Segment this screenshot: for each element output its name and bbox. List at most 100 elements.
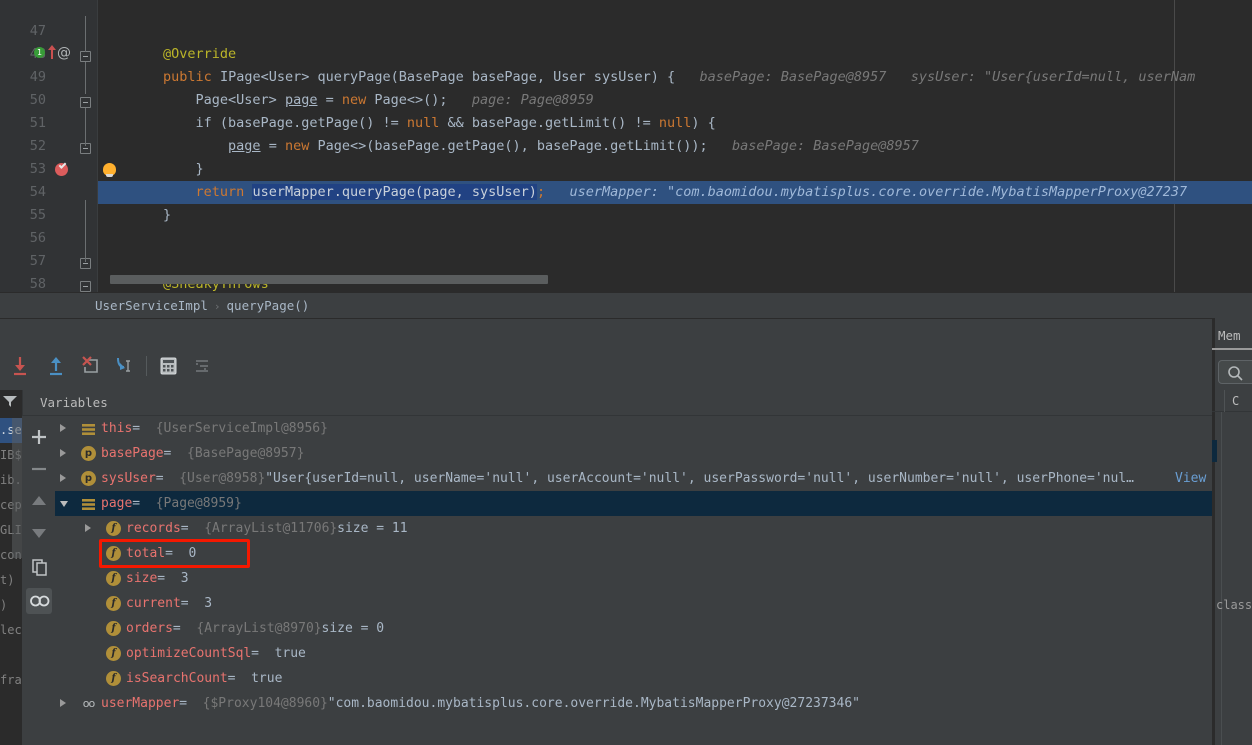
variable-row[interactable]: page = {Page@8959} <box>55 491 1212 516</box>
fold-line-53 <box>85 120 86 146</box>
field-icon: f <box>106 621 121 636</box>
variable-row[interactable]: p basePage = {BasePage@8957} <box>55 441 1212 466</box>
add-watch-button[interactable] <box>26 424 52 450</box>
variable-name: page <box>101 496 133 511</box>
view-value-link[interactable]: View <box>1175 466 1206 491</box>
memory-panel[interactable]: Mem C class <box>1212 318 1252 745</box>
filter-icon[interactable] <box>2 394 18 408</box>
move-up-button[interactable] <box>26 488 52 514</box>
fold-marker-line-51[interactable] <box>80 97 91 108</box>
memory-column-header[interactable]: C <box>1212 390 1252 412</box>
code-line[interactable]: 53 } <box>0 158 1252 181</box>
code-line[interactable]: 47 <box>0 20 1252 43</box>
force-step-into-icon[interactable] <box>76 352 104 380</box>
variable-row[interactable]: f records = {ArrayList@11706} size = 11 <box>55 516 1212 541</box>
param-icon: p <box>81 446 96 461</box>
variable-row[interactable]: f total = 0 <box>55 541 1212 566</box>
chevron-right-icon[interactable] <box>60 424 66 432</box>
line-number: 54 <box>29 184 46 200</box>
field-icon: f <box>106 546 121 561</box>
step-into-icon[interactable] <box>110 352 138 380</box>
inline-debug-hint: userMapper: "com.baomidou.mybatisplus.co… <box>545 184 1188 200</box>
code-line-text[interactable]: @Override <box>98 43 236 66</box>
variable-value: "com.baomidou.mybatisplus.core.override.… <box>327 696 860 711</box>
code-line[interactable]: 49 public IPage<User> queryPage(BasePage… <box>0 66 1252 89</box>
implementation-marker-icon[interactable]: 1 <box>34 47 45 58</box>
intention-bulb-icon[interactable] <box>103 163 116 177</box>
variable-row[interactable]: p sysUser = {User@8958} "User{userId=null,… <box>55 466 1212 491</box>
variable-row[interactable]: f isSearchCount = true <box>55 666 1212 691</box>
variable-reference: {ArrayList@8970} <box>196 621 322 636</box>
code-line-text[interactable]: return userMapper.queryPage(page, sysUse… <box>98 181 1187 204</box>
remove-watch-button[interactable] <box>26 456 52 482</box>
line-number: 56 <box>29 230 46 246</box>
code-line-text[interactable]: if (basePage.getPage() != null && basePa… <box>98 112 716 135</box>
variables-tab-label[interactable]: Variables <box>40 390 108 416</box>
oo-icon: oo <box>82 697 95 710</box>
variable-name: optimizeCountSql <box>126 646 252 661</box>
breadcrumb[interactable]: UserServiceImpl › queryPage() <box>95 293 309 319</box>
step-out-icon[interactable] <box>42 352 70 380</box>
code-token: Page<>(basePage.getPage(), basePage.getL… <box>317 138 708 154</box>
variable-row[interactable]: f current = 3 <box>55 591 1212 616</box>
variable-equals: = <box>132 496 141 511</box>
chevron-right-icon[interactable] <box>85 524 91 532</box>
selected-expression[interactable]: userMapper.queryPage(page, sysUser) <box>252 184 537 200</box>
code-line-text[interactable]: Page<User> page = new Page<>(); page: Pa… <box>98 89 594 112</box>
console-scrollbar[interactable] <box>12 418 22 558</box>
pane-splitter[interactable] <box>0 318 1252 319</box>
memory-search-input[interactable] <box>1218 360 1252 384</box>
variable-equals: = <box>180 596 189 611</box>
fold-marker-line-59[interactable] <box>80 281 91 292</box>
evaluate-expression-icon[interactable] <box>154 352 182 380</box>
memory-tab-label[interactable]: Mem <box>1218 328 1241 343</box>
at-override-icon[interactable]: @ <box>57 46 71 60</box>
breakpoint-icon[interactable] <box>55 161 68 176</box>
code-line-text[interactable]: public IPage<User> queryPage(BasePage ba… <box>98 66 1195 89</box>
code-line[interactable]: 48 @Override <box>0 43 1252 66</box>
chevron-right-icon[interactable] <box>60 699 66 707</box>
line-number: 47 <box>29 23 46 39</box>
chevron-right-icon[interactable] <box>60 449 66 457</box>
step-over-icon[interactable] <box>6 352 34 380</box>
variable-name: userMapper <box>101 696 180 711</box>
variable-name: size <box>126 571 158 586</box>
code-line[interactable]: 50 Page<User> page = new Page<>(); page:… <box>0 89 1252 112</box>
sort-values-icon[interactable] <box>188 352 216 380</box>
code-line[interactable]: 52 page = new Page<>(basePage.getPage(),… <box>0 135 1252 158</box>
code-line[interactable]: 57 <box>0 250 1252 273</box>
variable-row[interactable]: f size = 3 <box>55 566 1212 591</box>
breadcrumb-separator-icon: › <box>213 300 221 313</box>
console-panel-sliver[interactable]: .seIB$ib.,cepGLIcont))lecfra <box>0 390 22 745</box>
fold-marker-line-49[interactable] <box>80 51 91 62</box>
breadcrumb-class[interactable]: UserServiceImpl <box>95 298 208 313</box>
param-icon: p <box>81 471 96 486</box>
inspect-button[interactable] <box>26 588 52 614</box>
variable-equals: = <box>180 521 189 536</box>
breadcrumb-bar: UserServiceImpl › queryPage() <box>0 292 1252 318</box>
variable-value: 3 <box>180 571 189 586</box>
move-down-button[interactable] <box>26 520 52 546</box>
variable-row[interactable]: f optimizeCountSql = true <box>55 641 1212 666</box>
copy-value-button[interactable] <box>26 554 52 580</box>
code-line-text[interactable]: page = new Page<>(basePage.getPage(), ba… <box>98 135 919 158</box>
override-arrow-icon[interactable] <box>47 44 57 60</box>
code-line[interactable]: 55 } <box>0 204 1252 227</box>
variable-row[interactable]: f orders = {ArrayList@8970} size = 0 <box>55 616 1212 641</box>
chevron-down-icon[interactable] <box>60 501 68 507</box>
variable-equals: = <box>155 471 164 486</box>
code-line[interactable]: 51 if (basePage.getPage() != null && bas… <box>0 112 1252 135</box>
code-line-text[interactable]: } <box>98 204 171 227</box>
variables-tree[interactable]: this = {UserServiceImpl@8956} p basePage =… <box>55 416 1212 745</box>
variable-value: "User{userId=null, userName='null', user… <box>265 471 1134 486</box>
variable-row[interactable]: oo userMapper = {$Proxy104@8960} "com.baom… <box>55 691 1212 716</box>
field-icon: f <box>106 646 121 661</box>
code-line[interactable]: 54 return userMapper.queryPage(page, sys… <box>0 181 1252 204</box>
code-editor[interactable]: 47 48 @Override49 public IPage<User> quer… <box>0 0 1252 292</box>
code-line[interactable]: 56 <box>0 227 1252 250</box>
variable-row[interactable]: this = {UserServiceImpl@8956} <box>55 416 1212 441</box>
chevron-right-icon[interactable] <box>60 474 66 482</box>
breadcrumb-method[interactable]: queryPage() <box>227 298 310 313</box>
editor-horizontal-scrollbar[interactable] <box>110 275 548 284</box>
